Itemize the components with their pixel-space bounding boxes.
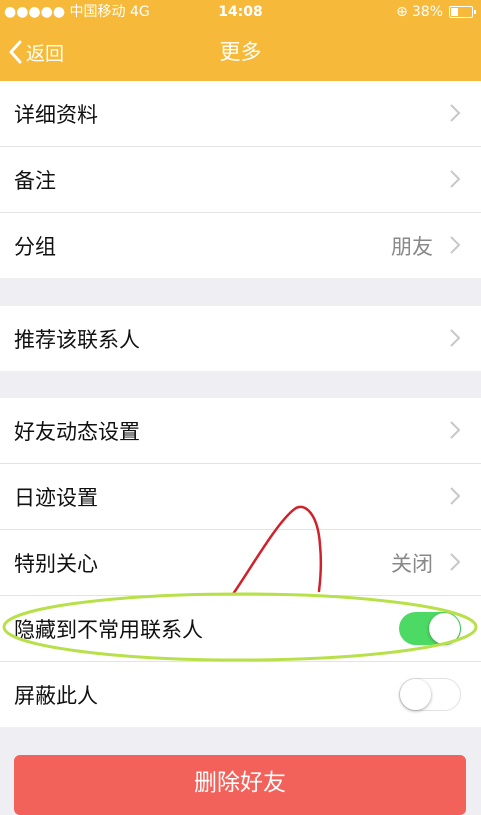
row-value: 关闭: [391, 551, 433, 576]
toggle-knob: [429, 613, 460, 644]
row-label: 屏蔽此人: [14, 683, 98, 708]
page-title: 更多: [219, 40, 262, 64]
row-label: 好友动态设置: [14, 419, 140, 444]
battery-icon: [449, 6, 476, 18]
row-label: 详细资料: [14, 102, 98, 127]
rotation-lock-icon: ⊕: [396, 4, 408, 20]
row-daily-trace-settings[interactable]: 日迹设置: [0, 464, 481, 530]
row-special-care[interactable]: 特别关心 关闭: [0, 530, 481, 596]
status-bar: ●●●●● 中国移动 4G 14:08 ⊕ 38%: [0, 0, 481, 24]
row-hide-to-infrequent: 隐藏到不常用联系人: [0, 596, 481, 662]
row-value: 朋友: [391, 234, 433, 259]
chevron-right-icon: [450, 553, 461, 571]
row-label: 隐藏到不常用联系人: [14, 617, 203, 642]
chevron-right-icon: [450, 487, 461, 505]
row-label: 推荐该联系人: [14, 327, 140, 352]
row-feed-settings[interactable]: 好友动态设置: [0, 398, 481, 464]
block-person-toggle[interactable]: [399, 678, 461, 711]
row-recommend-contact[interactable]: 推荐该联系人: [0, 306, 481, 371]
settings-group-privacy: 好友动态设置 日迹设置 特别关心 关闭 隐藏到不常用联系人 屏蔽此人: [0, 398, 481, 727]
row-label: 分组: [14, 234, 56, 259]
row-details[interactable]: 详细资料: [0, 81, 481, 147]
chevron-right-icon: [450, 170, 461, 188]
row-remark[interactable]: 备注: [0, 147, 481, 213]
navigation-bar: 返回 更多: [0, 30, 481, 74]
chevron-right-icon: [450, 104, 461, 122]
delete-friend-button[interactable]: 删除好友: [14, 755, 466, 815]
hide-contact-toggle[interactable]: [399, 612, 461, 645]
row-group[interactable]: 分组 朋友: [0, 213, 481, 278]
toggle-knob: [400, 679, 431, 710]
row-block-person: 屏蔽此人: [0, 662, 481, 727]
chevron-right-icon: [450, 329, 461, 347]
top-bar: ●●●●● 中国移动 4G 14:08 ⊕ 38% 返回 更多: [0, 0, 481, 81]
chevron-right-icon: [450, 421, 461, 439]
settings-group-recommend: 推荐该联系人: [0, 306, 481, 371]
row-label: 备注: [14, 168, 56, 193]
chevron-right-icon: [450, 236, 461, 254]
status-right: ⊕ 38%: [396, 0, 476, 24]
row-label: 特别关心: [14, 551, 98, 576]
battery-percent: 38%: [411, 4, 443, 20]
settings-group-profile: 详细资料 备注 分组 朋友: [0, 81, 481, 278]
row-label: 日迹设置: [14, 485, 98, 510]
